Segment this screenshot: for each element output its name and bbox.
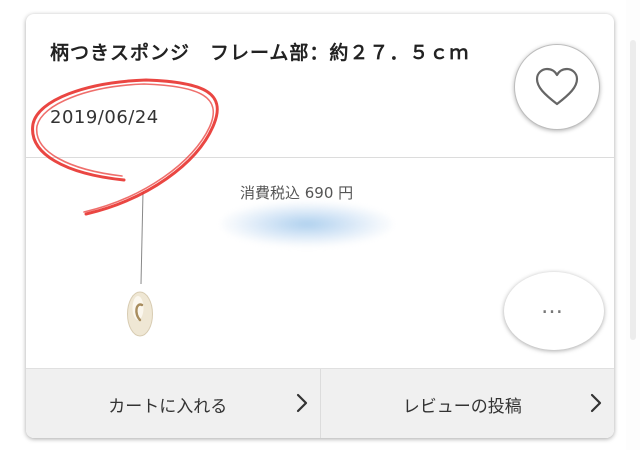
- product-card: 柄つきスポンジ フレーム部：約２７．５ｃｍ 2019/06/24 消費税込 69…: [26, 14, 614, 438]
- more-options-button[interactable]: …: [504, 272, 604, 350]
- product-title: 柄つきスポンジ フレーム部：約２７．５ｃｍ: [50, 42, 470, 64]
- heart-outline-icon: [535, 67, 579, 106]
- card-divider: [26, 157, 614, 158]
- ellipsis-icon: …: [541, 294, 567, 319]
- post-review-label: レビューの投稿: [402, 396, 522, 417]
- chevron-right-icon: [296, 393, 307, 413]
- scrollbar-track[interactable]: [626, 0, 640, 450]
- price-text: 消費税込 690 円: [240, 184, 354, 202]
- price-redaction-blur: [222, 202, 392, 246]
- product-image: [127, 192, 153, 337]
- scrollbar-thumb[interactable]: [630, 40, 636, 340]
- post-review-button[interactable]: レビューの投稿: [319, 369, 615, 438]
- card-footer: カートに入れる レビューの投稿: [26, 368, 614, 438]
- favorite-button[interactable]: [514, 44, 600, 130]
- add-to-cart-button[interactable]: カートに入れる: [26, 369, 320, 438]
- chevron-right-icon: [590, 393, 602, 413]
- add-to-cart-label: カートに入れる: [108, 396, 228, 417]
- product-date: 2019/06/24: [50, 107, 159, 128]
